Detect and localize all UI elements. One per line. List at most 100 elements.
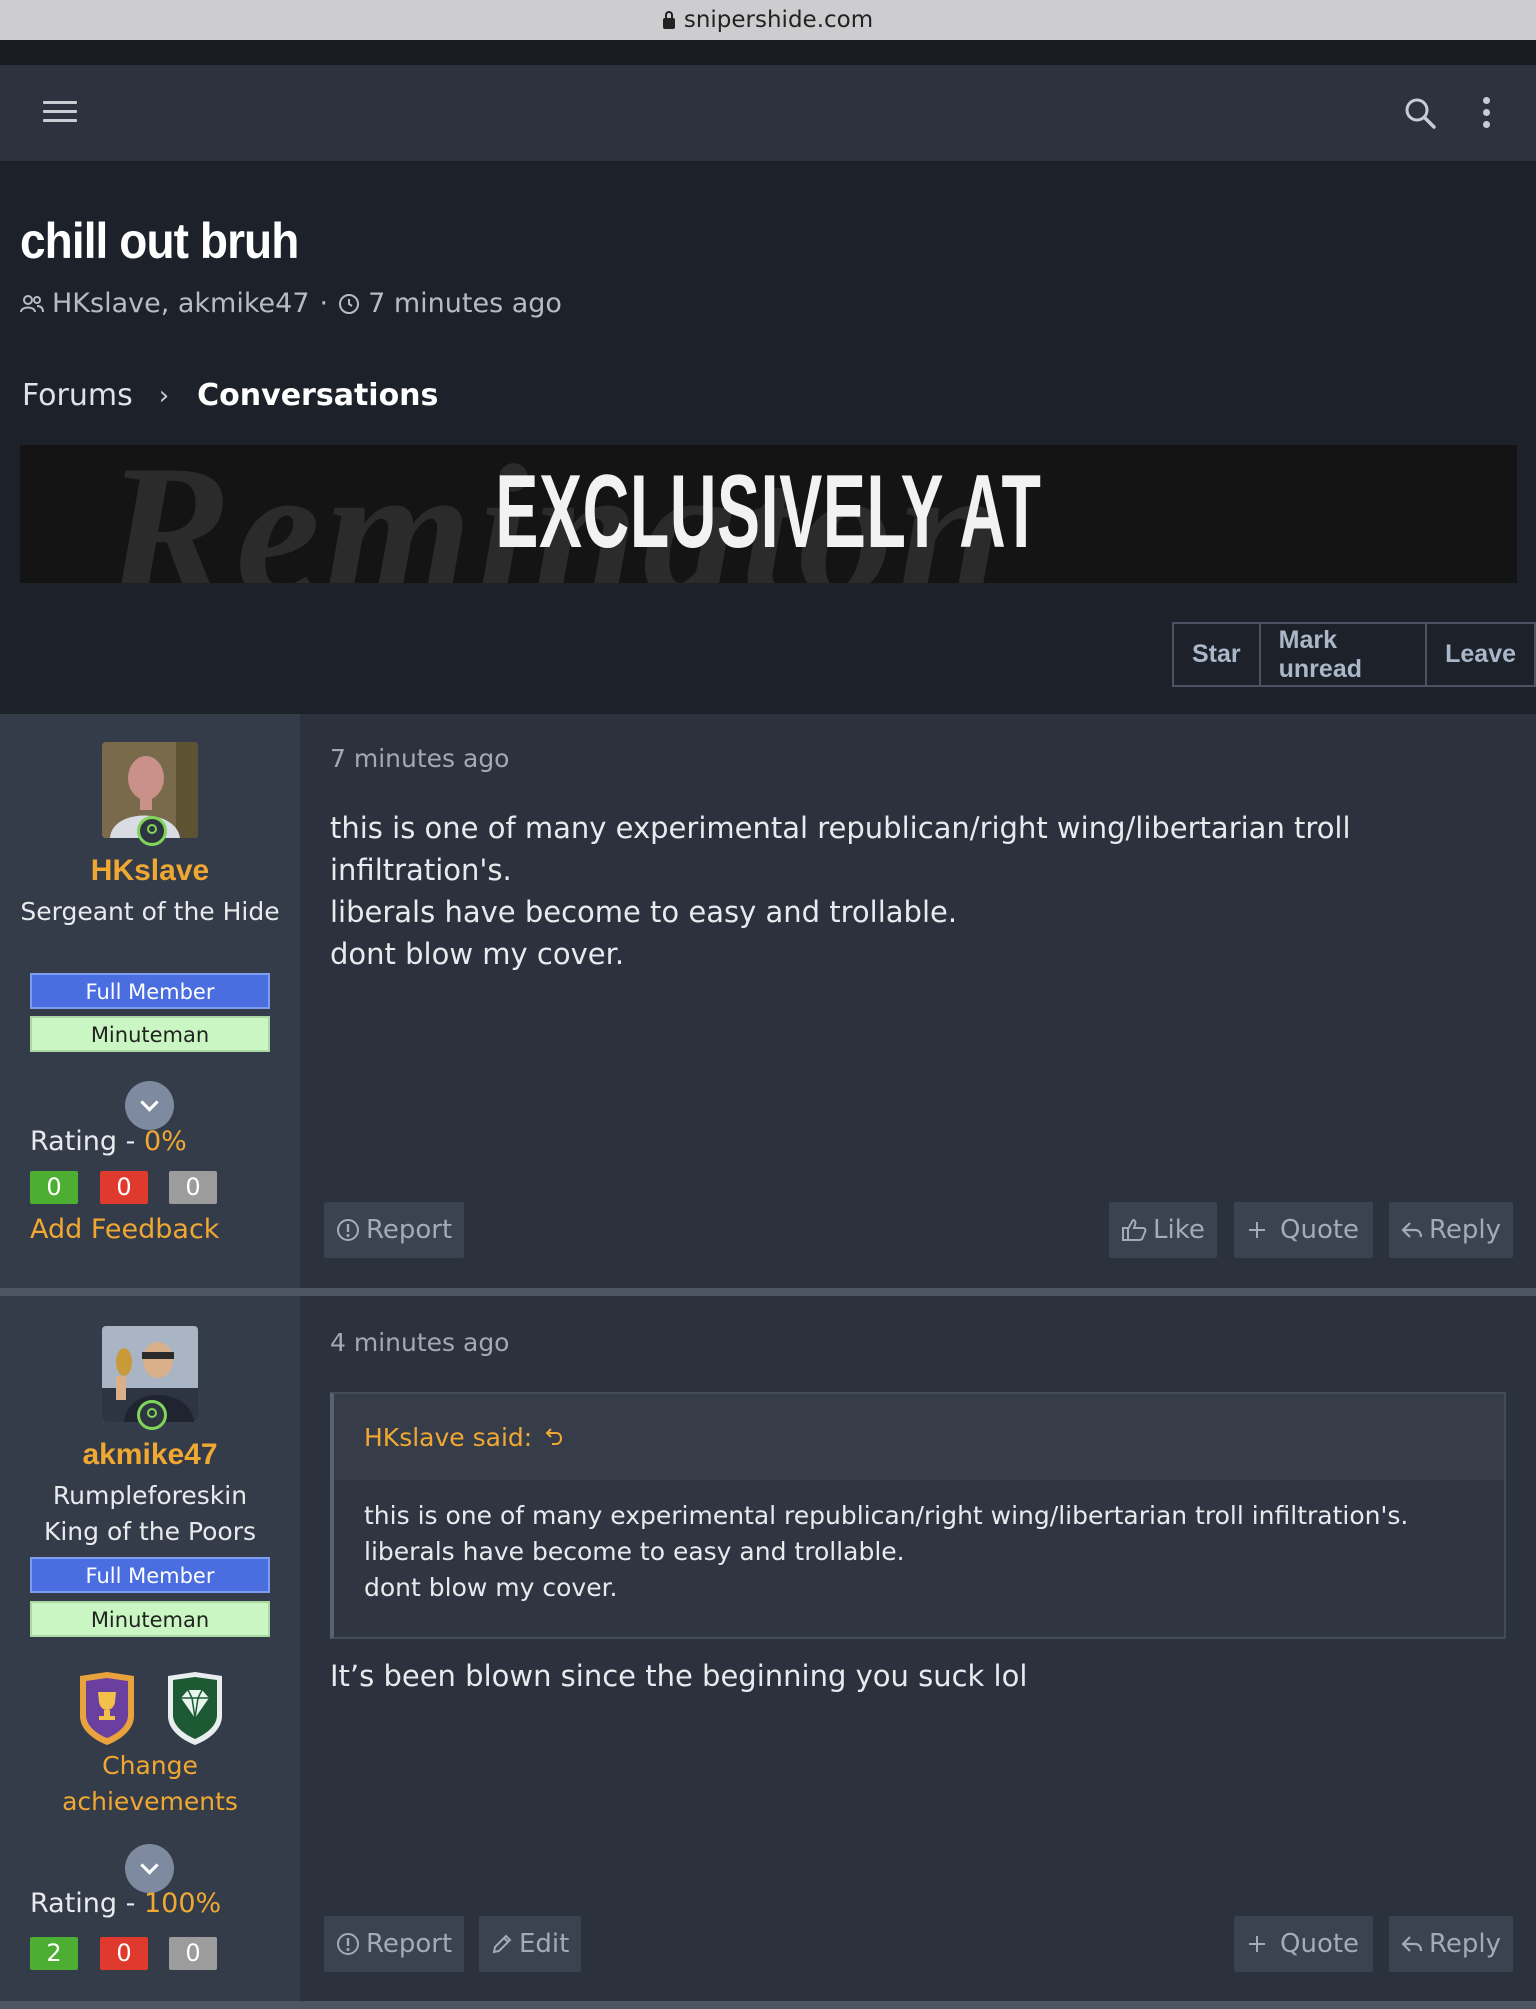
lock-icon (662, 10, 675, 29)
change-achievements-link[interactable]: Change achievements (30, 1748, 270, 1820)
conversation-meta: HKslave, akmike47 · 7 minutes ago (20, 288, 562, 319)
hamburger-icon[interactable] (43, 101, 77, 127)
quote-line: liberals have become to easy and trollab… (364, 1537, 905, 1566)
reply-button[interactable]: Reply (1389, 1916, 1514, 1972)
like-label: Like (1153, 1215, 1205, 1245)
reply-label: Reply (1429, 1215, 1502, 1245)
mark-unread-button[interactable]: Mark unread (1258, 624, 1425, 685)
clock-icon (338, 293, 360, 315)
conversation-actions: Star Mark unread Leave (1172, 622, 1536, 687)
report-button[interactable]: Report (324, 1916, 465, 1972)
quote-label: Quote (1280, 1929, 1360, 1959)
full-member-banner: Full Member (30, 973, 270, 1009)
quote-label: Quote (1280, 1215, 1360, 1245)
minuteman-banner: Minuteman (30, 1601, 270, 1637)
breadcrumb-forums[interactable]: Forums (22, 378, 133, 413)
full-member-banner: Full Member (30, 1557, 270, 1593)
online-status-icon (137, 1400, 167, 1430)
thumbs-up-icon (1121, 1218, 1147, 1242)
chevron-right-icon: › (158, 380, 170, 411)
neutral-count: 0 (169, 1937, 217, 1970)
top-nav (0, 65, 1536, 162)
plus-icon (1248, 1935, 1266, 1953)
jump-to-quote-icon[interactable] (544, 1427, 564, 1447)
add-feedback-link[interactable]: Add Feedback (30, 1214, 219, 1245)
username[interactable]: akmike47 (0, 1438, 300, 1472)
star-button[interactable]: Star (1174, 624, 1259, 685)
post-body: this is one of many experimental republi… (330, 807, 1536, 975)
rating-percent: 100% (143, 1888, 222, 1919)
report-label: Report (366, 1215, 453, 1245)
rating: Rating - 100% (30, 1888, 221, 1919)
negative-count: 0 (100, 1937, 148, 1970)
quote-button[interactable]: Quote (1234, 1916, 1374, 1972)
edit-label: Edit (519, 1929, 570, 1959)
leave-button[interactable]: Leave (1425, 624, 1534, 685)
reply-label: Reply (1429, 1929, 1502, 1959)
plus-icon (1248, 1221, 1266, 1239)
search-icon[interactable] (1403, 96, 1437, 130)
message-divider (0, 1288, 1536, 1296)
neutral-count: 0 (169, 1171, 217, 1204)
quote-block: HKslave said: this is one of many experi… (330, 1392, 1506, 1639)
rating: Rating - 0% (30, 1126, 187, 1157)
username[interactable]: HKslave (0, 854, 300, 888)
diamond-shield-icon[interactable] (164, 1670, 226, 1746)
pencil-icon (491, 1933, 513, 1955)
ad-banner[interactable]: Remington EXCLUSIVELY AT (20, 445, 1517, 583)
online-status-icon (137, 816, 167, 846)
url-text: snipershide.com (683, 7, 874, 33)
reply-arrow-icon (1401, 1934, 1423, 1954)
conversation-time: 7 minutes ago (368, 288, 562, 319)
rating-percent: 0% (143, 1126, 187, 1157)
quote-line: dont blow my cover. (364, 1573, 618, 1602)
positive-count: 2 (30, 1937, 78, 1970)
post-body: It’s been blown since the beginning you … (330, 1659, 1028, 1693)
post-time[interactable]: 7 minutes ago (330, 744, 509, 773)
message-divider (0, 2001, 1536, 2009)
post-time[interactable]: 4 minutes ago (330, 1328, 509, 1357)
browser-url-bar[interactable]: snipershide.com (0, 0, 1536, 41)
minuteman-banner: Minuteman (30, 1016, 270, 1052)
change-achievements-line: Change (102, 1751, 198, 1780)
participants-list[interactable]: HKslave, akmike47 (52, 288, 310, 319)
banner-headline: EXCLUSIVELY AT (495, 454, 1042, 570)
message-1: HKslave Sergeant of the Hide Full Member… (0, 714, 1536, 1288)
rating-label: Rating - (30, 1126, 144, 1157)
quote-body: this is one of many experimental republi… (334, 1480, 1504, 1636)
page-title: chill out bruh (20, 213, 299, 269)
meta-separator: · (319, 288, 329, 319)
like-button[interactable]: Like (1109, 1202, 1217, 1258)
negative-count: 0 (100, 1171, 148, 1204)
post-line: dont blow my cover. (330, 937, 625, 971)
reply-button[interactable]: Reply (1389, 1202, 1514, 1258)
post-line: this is one of many experimental republi… (330, 811, 1351, 887)
user-title-line: King of the Poors (43, 1517, 257, 1546)
rating-label: Rating - (30, 1888, 144, 1919)
chevron-down-icon[interactable] (125, 1844, 174, 1893)
breadcrumb: Forums › Conversations (22, 378, 438, 413)
edit-button[interactable]: Edit (479, 1916, 582, 1972)
report-label: Report (366, 1929, 453, 1959)
post-line: liberals have become to easy and trollab… (330, 895, 958, 929)
quote-author: HKslave said: (364, 1422, 533, 1452)
report-button[interactable]: Report (324, 1202, 465, 1258)
positive-count: 0 (30, 1171, 78, 1204)
breadcrumb-conversations[interactable]: Conversations (197, 378, 438, 413)
warning-circle-icon (336, 1218, 360, 1242)
participants-icon (20, 294, 44, 314)
chevron-down-icon[interactable] (125, 1081, 174, 1130)
top-strip (0, 40, 1536, 65)
user-title: Sergeant of the Hide (20, 897, 280, 926)
change-achievements-line: achievements (62, 1787, 238, 1816)
quote-attribution[interactable]: HKslave said: (334, 1394, 1504, 1480)
user-title-line: Rumpleforeskin (52, 1481, 248, 1510)
quote-button[interactable]: Quote (1234, 1202, 1374, 1258)
user-title: Rumpleforeskin King of the Poors (20, 1478, 280, 1550)
trophy-shield-icon[interactable] (76, 1670, 138, 1746)
warning-circle-icon (336, 1932, 360, 1956)
reply-arrow-icon (1401, 1220, 1423, 1240)
kebab-icon[interactable] (1480, 97, 1492, 131)
quote-line: this is one of many experimental republi… (364, 1501, 1409, 1530)
message-2: akmike47 Rumpleforeskin King of the Poor… (0, 1296, 1536, 2001)
